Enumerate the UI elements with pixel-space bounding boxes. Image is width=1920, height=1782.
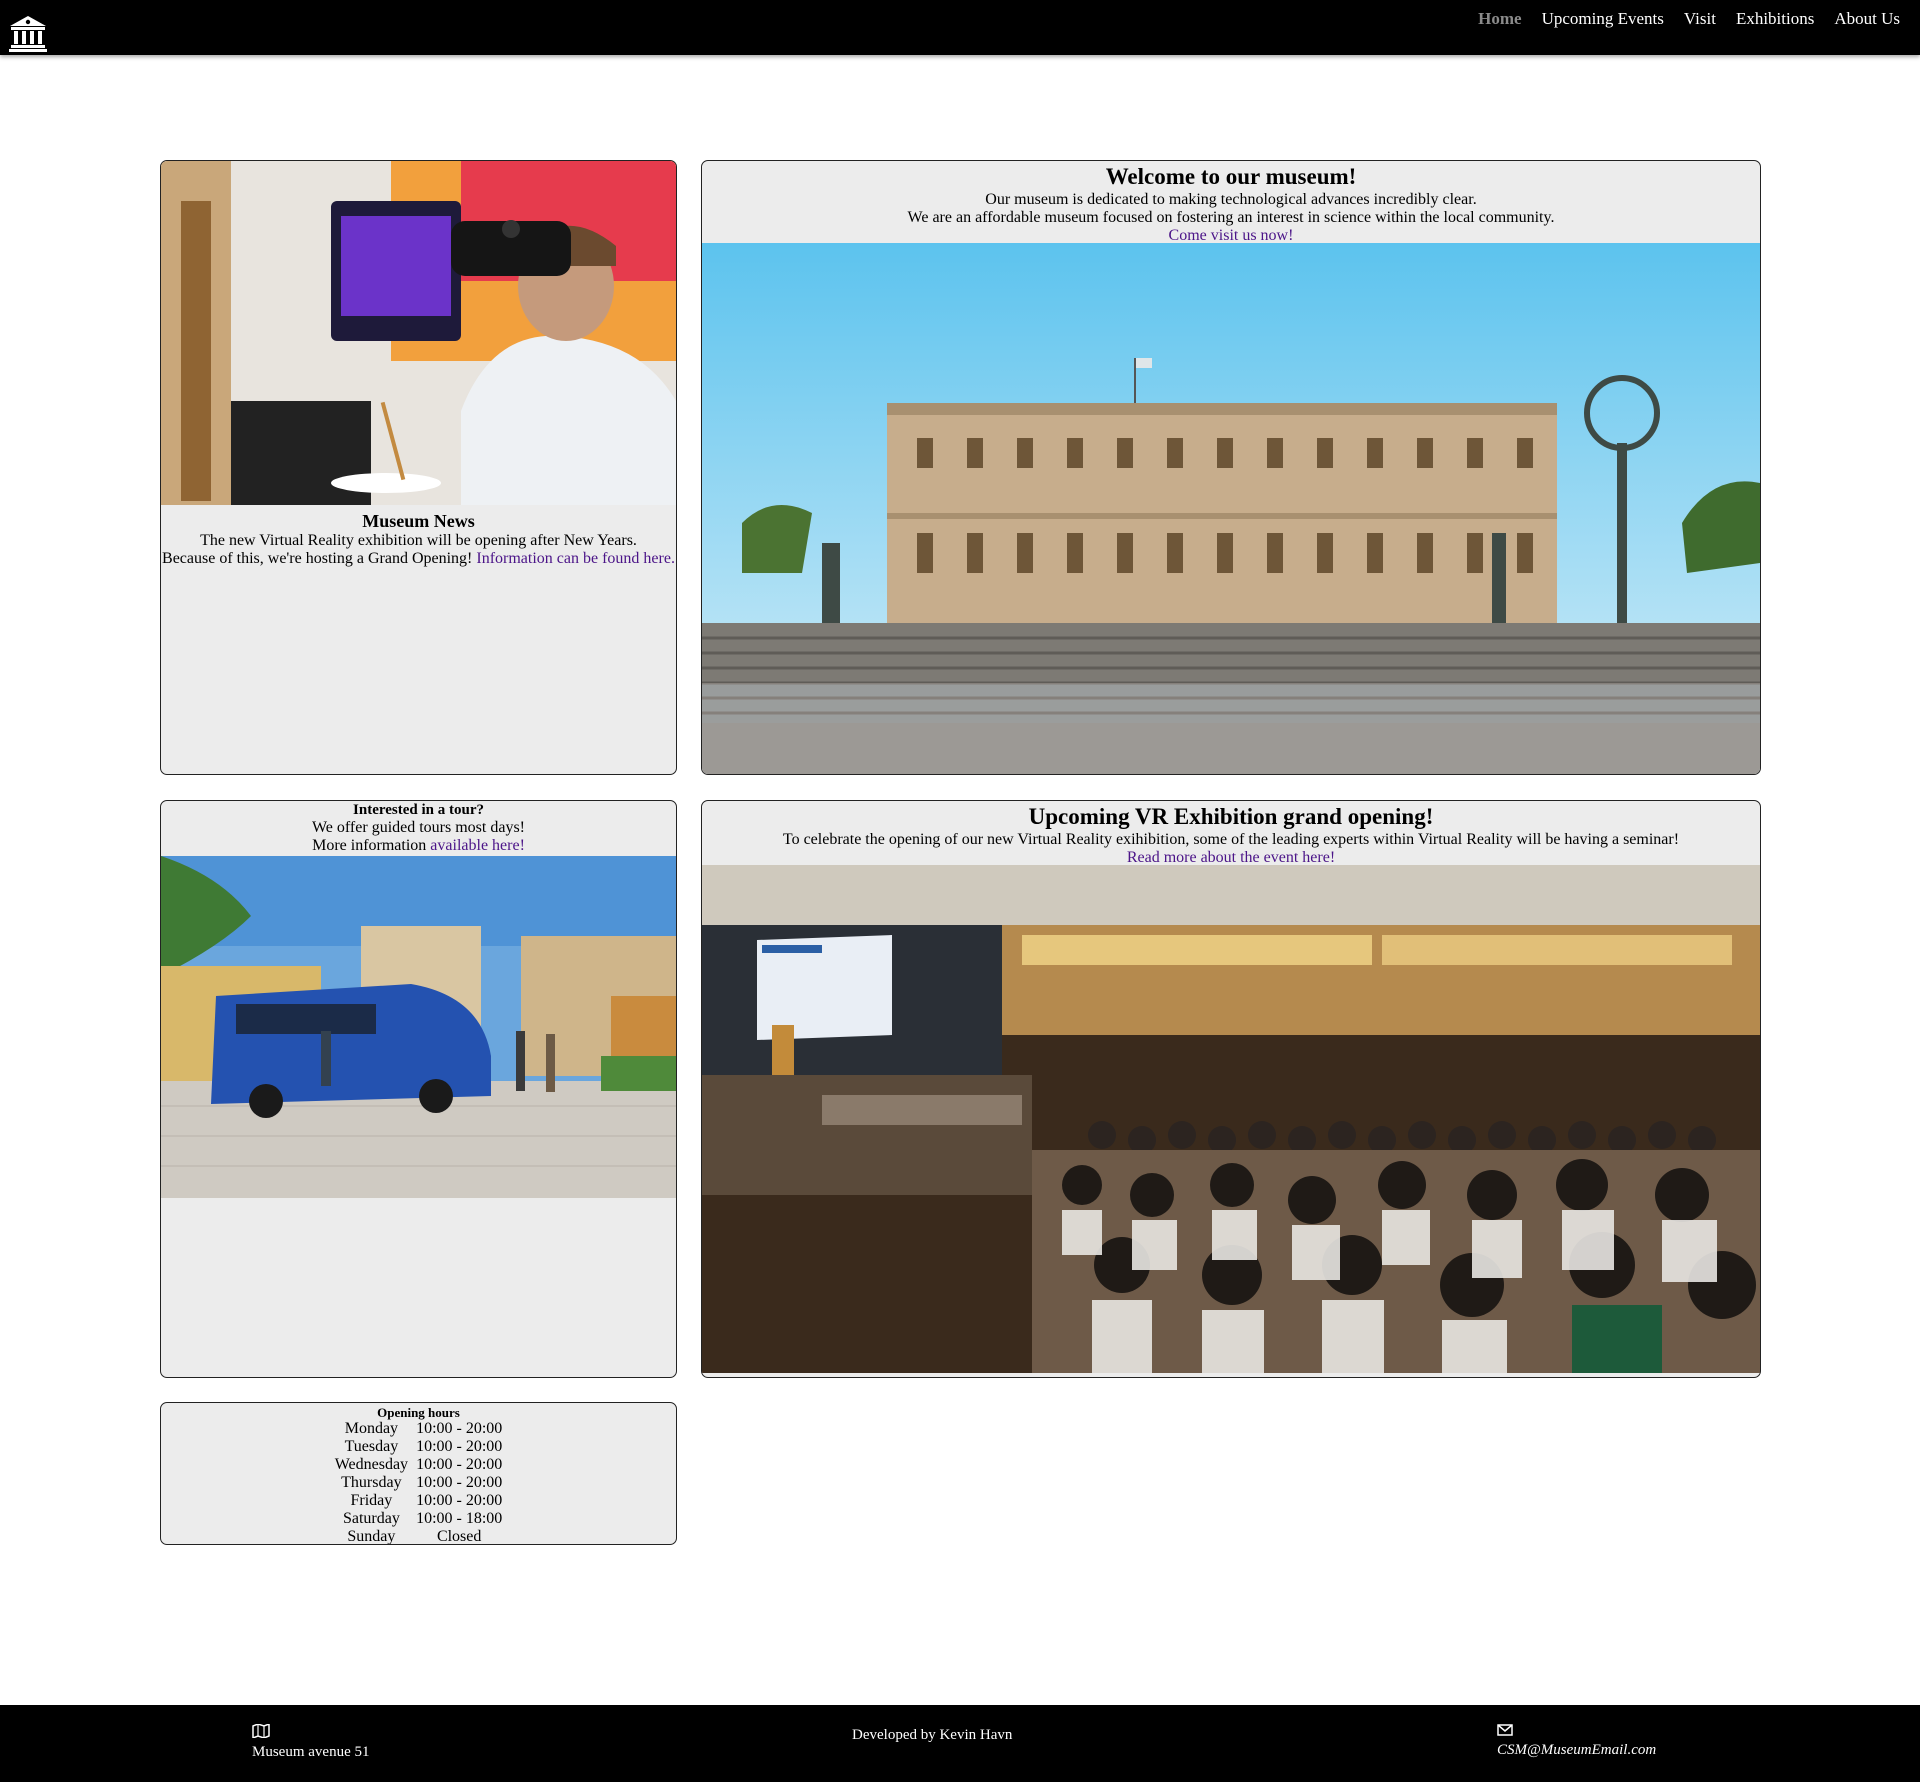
welcome-title: Welcome to our museum! (1105, 164, 1357, 189)
tour-title: Interested in a tour? (353, 802, 484, 818)
hours-day: Monday (344, 1420, 399, 1437)
welcome-line-1: Our museum is dedicated to making techno… (985, 191, 1477, 208)
hours-row: Wednesday 10:00 - 20:00 (331, 1456, 507, 1474)
hours-day: Sunday (347, 1528, 396, 1545)
hours-row: Monday 10:00 - 20:00 (331, 1420, 507, 1438)
vr-event-link[interactable]: Read more about the event here! (1127, 849, 1335, 866)
news-line-1: The new Virtual Reality exhibition will … (200, 532, 637, 549)
footer-email-link[interactable]: CSM@MuseumEmail.com (1497, 1741, 1656, 1759)
nav-home[interactable]: Home (1478, 9, 1521, 29)
news-title: Museum News (362, 511, 475, 531)
footer: Museum avenue 51 Developed by Kevin Havn… (0, 1705, 1920, 1782)
hours-time: 10:00 - 20:00 (416, 1492, 503, 1509)
tour-line-2: More information (312, 837, 427, 854)
hours-row: Thursday 10:00 - 20:00 (331, 1474, 507, 1492)
hours-time: 10:00 - 20:00 (416, 1456, 503, 1473)
tour-info-link[interactable]: available here! (430, 837, 525, 854)
welcome-line-2: We are an affordable museum focused on f… (907, 209, 1555, 226)
hours-time: 10:00 - 18:00 (416, 1510, 503, 1527)
hours-day: Friday (350, 1492, 393, 1509)
footer-developer: Developed by Kevin Havn (852, 1727, 1013, 1743)
news-line-2-wrap: Because of this, we're hosting a Grand O… (161, 550, 676, 568)
nav-about-us[interactable]: About Us (1834, 9, 1900, 29)
tour-bus-photo (161, 856, 676, 1198)
welcome-visit-link[interactable]: Come visit us now! (1169, 227, 1294, 244)
footer-email: CSM@MuseumEmail.com (1497, 1724, 1656, 1759)
museum-logo-icon[interactable] (8, 14, 48, 52)
news-card: Museum News The new Virtual Reality exhi… (160, 160, 677, 775)
hours-day: Tuesday (344, 1438, 399, 1455)
seminar-audience-photo (702, 865, 1760, 1373)
hours-time: 10:00 - 20:00 (416, 1474, 503, 1491)
tour-line-1: We offer guided tours most days! (311, 819, 526, 836)
nav-upcoming-events[interactable]: Upcoming Events (1542, 9, 1664, 29)
hours-row: Tuesday 10:00 - 20:00 (331, 1438, 507, 1456)
tour-line-2-wrap: More information available here! (161, 837, 676, 855)
nav-visit[interactable]: Visit (1684, 9, 1716, 29)
museum-building-photo (702, 243, 1760, 774)
hours-title: Opening hours (377, 1405, 460, 1420)
nav-exhibitions[interactable]: Exhibitions (1736, 9, 1814, 29)
map-icon (252, 1722, 369, 1743)
hours-time: 10:00 - 20:00 (416, 1420, 503, 1437)
navbar: Home Upcoming Events Visit Exhibitions A… (0, 0, 1920, 55)
hours-row: Saturday 10:00 - 18:00 (331, 1510, 507, 1528)
vr-event-title: Upcoming VR Exhibition grand opening! (1028, 804, 1434, 829)
hours-time: Closed (436, 1528, 482, 1545)
hours-table: Monday 10:00 - 20:00 Tuesday 10:00 - 20:00… (331, 1420, 507, 1545)
envelope-icon (1497, 1724, 1656, 1741)
vr-headset-painter-photo (161, 161, 676, 505)
footer-address: Museum avenue 51 (252, 1722, 370, 1761)
tour-card: Interested in a tour? We offer guided to… (160, 800, 677, 1378)
hours-row: Friday 10:00 - 20:00 (331, 1492, 507, 1510)
nav-links: Home Upcoming Events Visit Exhibitions A… (1478, 9, 1900, 29)
hours-time: 10:00 - 20:00 (416, 1438, 503, 1455)
footer-address-text: Museum avenue 51 (252, 1744, 370, 1760)
vr-event-card: Upcoming VR Exhibition grand opening! To… (701, 800, 1761, 1378)
hours-day: Saturday (342, 1510, 400, 1527)
hours-day: Wednesday (334, 1456, 409, 1473)
news-info-link[interactable]: Information can be found here. (476, 550, 675, 567)
hours-row: Sunday Closed (331, 1528, 507, 1545)
welcome-card: Welcome to our museum! Our museum is ded… (701, 160, 1761, 775)
vr-event-line-1: To celebrate the opening of our new Virt… (782, 831, 1680, 848)
opening-hours-card: Opening hours Monday 10:00 - 20:00 Tuesda… (160, 1402, 677, 1545)
news-line-2: Because of this, we're hosting a Grand O… (162, 550, 473, 567)
hours-day: Thursday (341, 1474, 402, 1491)
